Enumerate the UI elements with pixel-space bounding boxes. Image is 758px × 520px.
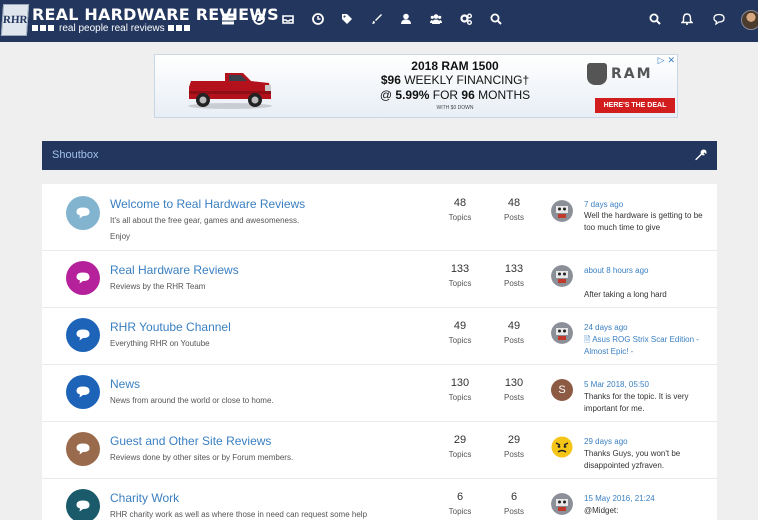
- topics-count: 29 Topics: [448, 434, 472, 459]
- ad-close-icon[interactable]: ▷ ✕: [658, 56, 675, 66]
- last-poster-avatar[interactable]: S: [551, 379, 573, 401]
- speech-bubble-icon: [76, 443, 90, 455]
- user-avatar[interactable]: [741, 10, 758, 30]
- forum-description: Reviews done by other sites or by Forum …: [110, 453, 294, 462]
- bell-icon[interactable]: [679, 11, 695, 27]
- forum-row: Welcome to Real Hardware Reviews It's al…: [42, 184, 717, 251]
- speech-bubble-icon: [76, 272, 90, 284]
- forum-row: Real Hardware Reviews Reviews by the RHR…: [42, 251, 717, 308]
- forum-description-extra: Enjoy: [110, 232, 131, 241]
- forum-row: Guest and Other Site Reviews Reviews don…: [42, 422, 717, 479]
- speech-bubble-icon: [76, 329, 90, 341]
- logo-tagline: real people real reviews: [59, 22, 165, 34]
- users-icon[interactable]: [428, 11, 444, 27]
- last-post-text[interactable]: Well the hardware is getting to be too m…: [584, 210, 704, 234]
- ram-wordmark: RAM: [611, 66, 653, 82]
- posts-count: 29 Posts: [503, 434, 524, 459]
- clock-icon[interactable]: [310, 11, 326, 27]
- last-post-time[interactable]: 7 days ago: [584, 200, 623, 209]
- last-post-text[interactable]: Thanks Guys, you won't be disappointed y…: [584, 448, 704, 472]
- document-icon: 🗎: [584, 335, 593, 344]
- ram-logo: RAM: [587, 63, 675, 85]
- last-post-text[interactable]: Thanks for the topic. It is very importa…: [584, 391, 704, 415]
- logo-tagline-row: real people real reviews: [32, 22, 192, 34]
- forum-description: Everything RHR on Youtube: [110, 339, 210, 348]
- forum-row: RHR Youtube Channel Everything RHR on Yo…: [42, 308, 717, 365]
- brush-icon[interactable]: [369, 11, 385, 27]
- speech-bubble-icon: [76, 500, 90, 512]
- wrench-icon[interactable]: [695, 149, 707, 161]
- top-navbar: RHR REAL HARDWARE REVIEWS real people re…: [0, 0, 758, 42]
- ad-banner[interactable]: 2018 RAM 1500 $96 WEEKLY FINANCING† @ 5.…: [154, 54, 678, 118]
- last-poster-avatar[interactable]: [551, 265, 573, 287]
- forum-icon: [66, 375, 100, 409]
- last-post-text[interactable]: After taking a long hard: [584, 289, 704, 301]
- forum-icon: [66, 489, 100, 520]
- last-post-time[interactable]: about 8 hours ago: [584, 266, 649, 275]
- search-icon[interactable]: [647, 11, 663, 27]
- last-post-time[interactable]: 5 Mar 2018, 05:50: [584, 380, 649, 389]
- forum-title[interactable]: Real Hardware Reviews: [110, 263, 239, 277]
- speech-bubble-icon: [76, 207, 90, 219]
- ad-fineprint: WITH $0 DOWN: [436, 105, 474, 111]
- forum-title[interactable]: News: [110, 377, 140, 391]
- compass-icon[interactable]: [251, 11, 267, 27]
- last-poster-avatar[interactable]: [551, 200, 573, 222]
- topics-count: 48 Topics: [448, 197, 472, 222]
- ad-rate: @ 5.99% FOR 96 MONTHS: [379, 88, 531, 102]
- shoutbox-title: Shoutbox: [52, 149, 99, 161]
- forum-icon: [66, 261, 100, 295]
- posts-count: 130 Posts: [503, 377, 524, 402]
- user-icon[interactable]: [398, 11, 414, 27]
- forum-row: News News from around the world or close…: [42, 365, 717, 422]
- forum-description: RHR charity work as well as where those …: [110, 510, 368, 519]
- last-post-time[interactable]: 24 days ago: [584, 323, 628, 332]
- last-post-link[interactable]: 🗎 Asus ROG Strix Scar Edition - Almost E…: [584, 334, 704, 358]
- ad-financing: $96 WEEKLY FINANCING†: [380, 73, 530, 87]
- cogs-icon[interactable]: [458, 11, 474, 27]
- site-logo[interactable]: RHR REAL HARDWARE REVIEWS real people re…: [0, 0, 279, 42]
- inbox-icon[interactable]: [280, 11, 296, 27]
- truck-image: [188, 73, 272, 109]
- last-post-time[interactable]: 15 May 2016, 21:24: [584, 494, 655, 503]
- forum-title[interactable]: Welcome to Real Hardware Reviews: [110, 197, 305, 211]
- posts-count: 6 Posts: [503, 491, 524, 516]
- last-poster-avatar[interactable]: [551, 436, 573, 458]
- ad-cta-button[interactable]: HERE'S THE DEAL: [595, 98, 675, 113]
- logo-badge: RHR: [0, 4, 30, 36]
- shoutbox-header[interactable]: Shoutbox: [42, 141, 717, 170]
- posts-count: 48 Posts: [503, 197, 524, 222]
- topics-count: 130 Topics: [448, 377, 472, 402]
- topics-count: 133 Topics: [448, 263, 472, 288]
- topics-count: 49 Topics: [448, 320, 472, 345]
- forum-icon: [66, 318, 100, 352]
- forum-title[interactable]: Charity Work: [110, 491, 179, 505]
- forum-row: Charity Work RHR charity work as well as…: [42, 479, 717, 520]
- forum-description: It's all about the free gear, games and …: [110, 216, 300, 225]
- search-icon[interactable]: [488, 11, 504, 27]
- forum-description: Reviews by the RHR Team: [110, 282, 206, 291]
- ad-headline: 2018 RAM 1500: [411, 59, 499, 73]
- posts-count: 49 Posts: [503, 320, 524, 345]
- list-icon[interactable]: [220, 11, 236, 27]
- last-post-text[interactable]: @Midget:: [584, 505, 704, 517]
- posts-count: 133 Posts: [503, 263, 524, 288]
- last-post-time[interactable]: 29 days ago: [584, 437, 628, 446]
- forum-icon: [66, 196, 100, 230]
- last-poster-avatar[interactable]: [551, 493, 573, 515]
- forum-description: News from around the world or close to h…: [110, 396, 274, 405]
- last-poster-avatar[interactable]: [551, 322, 573, 344]
- forum-title[interactable]: Guest and Other Site Reviews: [110, 434, 271, 448]
- forum-title[interactable]: RHR Youtube Channel: [110, 320, 231, 334]
- topics-count: 6 Topics: [448, 491, 472, 516]
- forum-icon: [66, 432, 100, 466]
- ram-head-icon: [587, 63, 607, 85]
- chat-icon[interactable]: [711, 11, 727, 27]
- forum-list: Welcome to Real Hardware Reviews It's al…: [42, 184, 717, 520]
- tags-icon[interactable]: [339, 11, 355, 27]
- speech-bubble-icon: [76, 386, 90, 398]
